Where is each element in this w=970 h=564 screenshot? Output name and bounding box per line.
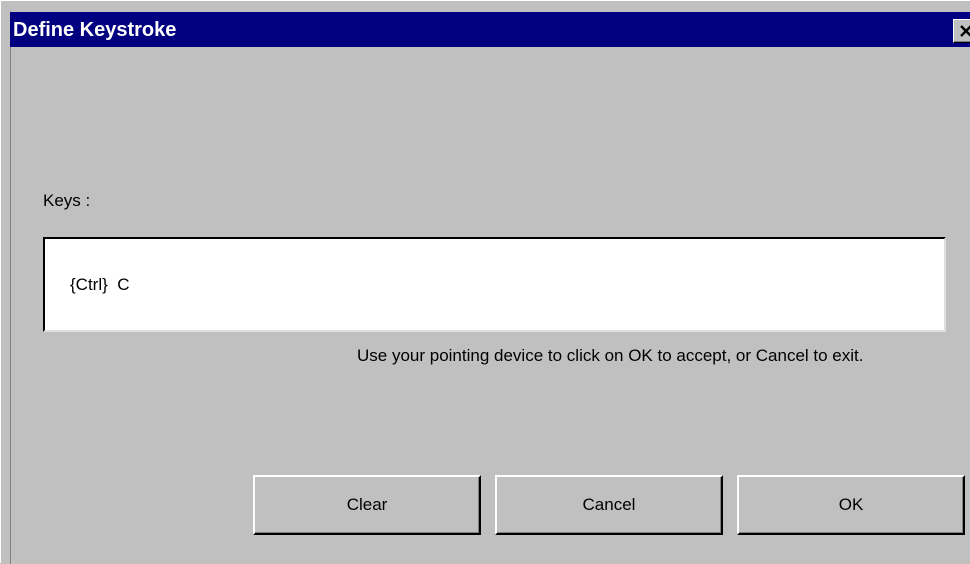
- close-button[interactable]: [953, 19, 970, 43]
- dialog-left-edge: [10, 47, 11, 564]
- instruction-text: Use your pointing device to click on OK …: [357, 346, 864, 365]
- close-icon: [960, 25, 970, 37]
- define-keystroke-dialog: Define Keystroke Keys : {Ctrl} C Use you…: [0, 0, 970, 564]
- keys-value: {Ctrl} C: [70, 275, 130, 294]
- title-bar: Define Keystroke: [10, 12, 970, 47]
- cancel-button[interactable]: Cancel: [495, 475, 723, 535]
- keys-label: Keys :: [43, 191, 91, 210]
- clear-button[interactable]: Clear: [253, 475, 481, 535]
- ok-button[interactable]: OK: [737, 475, 965, 535]
- keys-field[interactable]: {Ctrl} C: [43, 237, 946, 332]
- window-title: Define Keystroke: [13, 19, 177, 41]
